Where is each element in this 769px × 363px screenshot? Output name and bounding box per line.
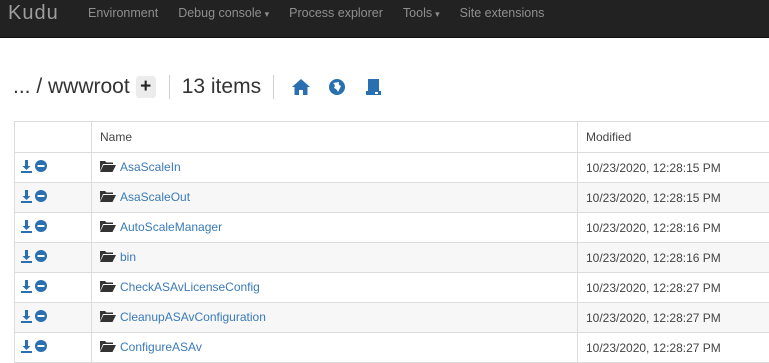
table-row[interactable]: ConfigureASAv 10/23/2020, 12:28:27 PM — [15, 333, 769, 363]
nav-process-explorer[interactable]: Process explorer — [289, 0, 403, 26]
download-icon[interactable] — [21, 250, 32, 266]
new-item-button[interactable]: + — [136, 76, 156, 98]
nav-tools[interactable]: Tools▾ — [403, 0, 460, 26]
row-actions — [15, 303, 92, 333]
folder-icon — [100, 160, 116, 175]
nav-environment[interactable]: Environment — [88, 0, 178, 26]
name-cell: AsaScaleIn — [92, 153, 578, 183]
modified-cell: 10/23/2020, 12:28:27 PM — [578, 333, 769, 363]
home-icon[interactable] — [290, 76, 312, 98]
column-modified[interactable]: Modified — [578, 122, 769, 153]
download-icon[interactable] — [21, 310, 32, 326]
delete-icon[interactable] — [35, 220, 47, 235]
modified-cell: 10/23/2020, 12:28:15 PM — [578, 153, 769, 183]
modified-cell: 10/23/2020, 12:28:16 PM — [578, 243, 769, 273]
download-icon[interactable] — [21, 220, 32, 236]
brand-logo[interactable]: Kudu — [8, 0, 59, 38]
folder-icon — [100, 340, 116, 355]
name-cell: bin — [92, 243, 578, 273]
row-actions — [15, 273, 92, 303]
name-cell: ConfigureASAv — [92, 333, 578, 363]
delete-icon[interactable] — [35, 340, 47, 355]
folder-icon — [100, 310, 116, 325]
column-actions — [15, 122, 92, 153]
row-actions — [15, 183, 92, 213]
globe-icon[interactable] — [326, 76, 348, 98]
folder-icon — [100, 190, 116, 205]
divider — [273, 75, 274, 99]
nav-menu: Environment Debug console▾ Process explo… — [88, 0, 564, 26]
folder-icon — [100, 280, 116, 295]
modified-cell: 10/23/2020, 12:28:16 PM — [578, 213, 769, 243]
name-cell: CleanupASAvConfiguration — [92, 303, 578, 333]
download-icon[interactable] — [21, 280, 32, 296]
modified-cell: 10/23/2020, 12:28:27 PM — [578, 273, 769, 303]
folder-link[interactable]: AutoScaleManager — [120, 220, 222, 234]
modified-cell: 10/23/2020, 12:28:27 PM — [578, 303, 769, 333]
folder-link[interactable]: AsaScaleIn — [120, 160, 181, 174]
name-cell: AutoScaleManager — [92, 213, 578, 243]
table-row[interactable]: AsaScaleOut 10/23/2020, 12:28:15 PM — [15, 183, 769, 213]
download-icon[interactable] — [21, 190, 32, 206]
folder-link[interactable]: ConfigureASAv — [120, 340, 202, 354]
download-icon[interactable] — [21, 160, 32, 176]
file-table: Name Modified AsaScaleIn 10/23/2020, 12:2… — [14, 121, 769, 363]
table-header: Name Modified — [15, 122, 769, 153]
item-count: 13 items — [182, 75, 261, 99]
row-actions — [15, 213, 92, 243]
modified-cell: 10/23/2020, 12:28:15 PM — [578, 183, 769, 213]
table-row[interactable]: CheckASAvLicenseConfig 10/23/2020, 12:28:… — [15, 273, 769, 303]
path-bar: ... / wwwroot + 13 items — [13, 70, 398, 104]
delete-icon[interactable] — [35, 190, 47, 205]
folder-link[interactable]: bin — [120, 250, 136, 264]
folder-link[interactable]: CleanupASAvConfiguration — [120, 310, 266, 324]
name-cell: AsaScaleOut — [92, 183, 578, 213]
table-row[interactable]: CleanupASAvConfiguration 10/23/2020, 12:2… — [15, 303, 769, 333]
table-row[interactable]: bin 10/23/2020, 12:28:16 PM — [15, 243, 769, 273]
caret-down-icon: ▾ — [265, 9, 270, 19]
current-path[interactable]: ... / wwwroot — [13, 75, 130, 99]
nav-debug-console[interactable]: Debug console▾ — [178, 0, 289, 26]
row-actions — [15, 333, 92, 363]
folder-icon — [100, 250, 116, 265]
column-name[interactable]: Name — [92, 122, 578, 153]
delete-icon[interactable] — [35, 280, 47, 295]
folder-link[interactable]: AsaScaleOut — [120, 190, 190, 204]
delete-icon[interactable] — [35, 310, 47, 325]
drive-icon[interactable] — [362, 76, 384, 98]
divider — [169, 75, 170, 99]
folder-icon — [100, 220, 116, 235]
name-cell: CheckASAvLicenseConfig — [92, 273, 578, 303]
top-navbar: Kudu Environment Debug console▾ Process … — [0, 0, 769, 38]
nav-site-extensions[interactable]: Site extensions — [460, 0, 565, 26]
row-actions — [15, 243, 92, 273]
folder-link[interactable]: CheckASAvLicenseConfig — [120, 280, 260, 294]
caret-down-icon: ▾ — [435, 9, 440, 19]
row-actions — [15, 153, 92, 183]
table-row[interactable]: AsaScaleIn 10/23/2020, 12:28:15 PM — [15, 153, 769, 183]
download-icon[interactable] — [21, 340, 32, 356]
table-row[interactable]: AutoScaleManager 10/23/2020, 12:28:16 PM — [15, 213, 769, 243]
delete-icon[interactable] — [35, 160, 47, 175]
delete-icon[interactable] — [35, 250, 47, 265]
